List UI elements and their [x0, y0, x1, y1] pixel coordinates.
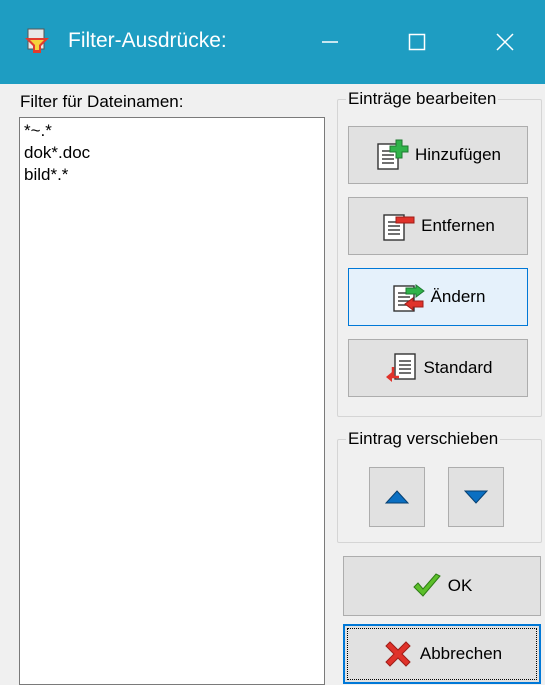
window-title: Filter-Ausdrücke:: [68, 29, 227, 52]
move-entry-legend: Eintrag verschieben: [346, 429, 501, 449]
standard-button[interactable]: Standard: [348, 339, 528, 397]
remove-button-label: Entfernen: [421, 216, 495, 235]
add-button[interactable]: Hinzufügen: [348, 126, 528, 184]
filter-list[interactable]: *~.* dok*.doc bild*.*: [19, 117, 325, 685]
triangle-up-icon: [385, 490, 409, 504]
remove-button[interactable]: Entfernen: [348, 197, 528, 255]
title-bar[interactable]: Filter-Ausdrücke:: [0, 0, 545, 84]
cancel-button[interactable]: Abbrechen: [343, 624, 541, 684]
remove-document-icon: [381, 209, 415, 243]
move-down-button[interactable]: [448, 467, 504, 527]
reset-document-icon: [384, 351, 418, 385]
checkmark-icon: [412, 573, 442, 599]
standard-button-label: Standard: [423, 358, 493, 377]
filter-list-label: Filter für Dateinamen:: [20, 92, 184, 111]
close-icon: [496, 33, 514, 51]
red-x-icon: [382, 638, 414, 670]
move-entry-group: Eintrag verschieben: [337, 429, 542, 543]
change-button-label: Ändern: [430, 287, 486, 306]
cancel-button-label: Abbrechen: [419, 644, 503, 663]
maximize-icon: [408, 33, 426, 51]
close-button[interactable]: [465, 0, 545, 84]
move-up-button[interactable]: [369, 467, 425, 527]
add-document-icon: [375, 138, 409, 172]
change-document-icon: [391, 280, 425, 314]
minimize-icon: [322, 41, 338, 43]
edit-entries-legend: Einträge bearbeiten: [346, 89, 499, 109]
change-button[interactable]: Ändern: [348, 268, 528, 326]
maximize-button[interactable]: [377, 0, 457, 84]
ok-button-label: OK: [447, 576, 473, 595]
list-item[interactable]: dok*.doc: [24, 142, 320, 164]
list-item[interactable]: bild*.*: [24, 164, 320, 186]
list-item[interactable]: *~.*: [24, 120, 320, 142]
minimize-button[interactable]: [290, 0, 370, 84]
add-button-label: Hinzufügen: [414, 145, 501, 164]
triangle-down-icon: [464, 490, 488, 504]
app-icon: [24, 28, 50, 54]
ok-button[interactable]: OK: [343, 556, 541, 616]
